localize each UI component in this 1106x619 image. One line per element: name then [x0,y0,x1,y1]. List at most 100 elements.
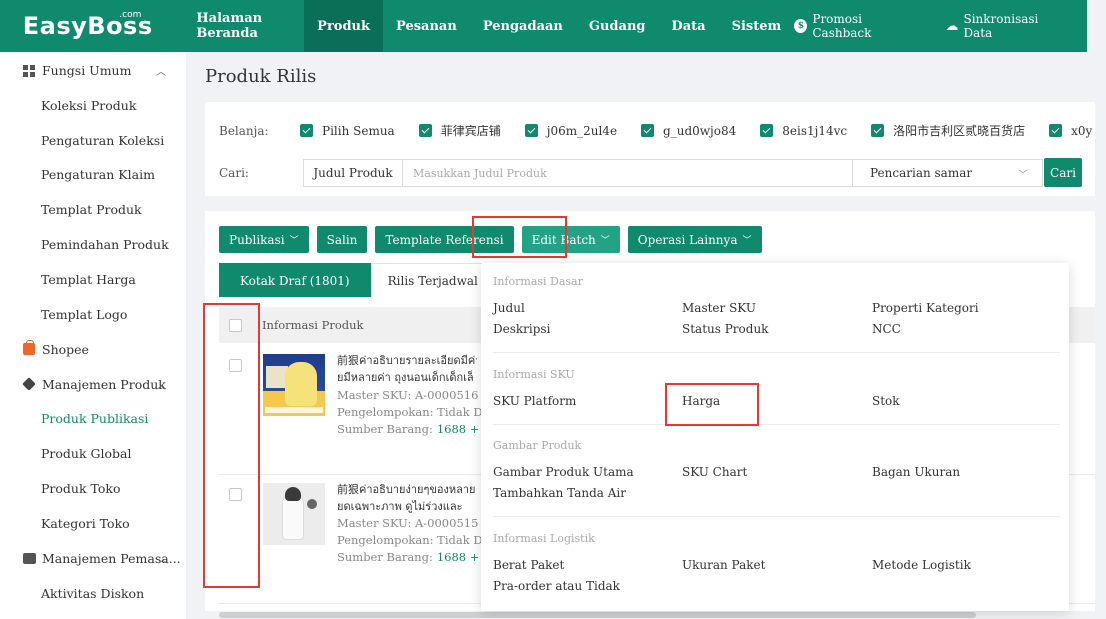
checkbox-checked-icon [524,124,538,137]
edit-batch-dropdown: Informasi Dasar Judul Master SKU Propert… [481,263,1069,611]
section-informasi-logistik: Informasi Logistik [493,532,595,545]
shop-checkbox-g-ud0wjo84[interactable]: g_ud0wjo84 [641,122,736,139]
highlight-edit-batch [472,216,567,258]
menu-item-status-produk[interactable]: Status Produk [682,322,768,336]
sidebar-item-templat-harga[interactable]: Templat Harga [0,262,186,297]
menu-item-berat-paket[interactable]: Berat Paket [493,558,564,572]
shop-checkbox-j06m[interactable]: j06m_2ul4e [524,122,617,139]
menu-item-properti-kategori[interactable]: Properti Kategori [872,301,979,315]
sidebar-item-kategori-toko[interactable]: Kategori Toko [0,506,186,541]
sidebar-item-produk-toko[interactable]: Produk Toko [0,471,186,506]
menu-item-gambar-produk-utama[interactable]: Gambar Produk Utama [493,465,634,479]
chevron-up-icon: ︿ [156,67,166,78]
menu-item-bagan-ukuran[interactable]: Bagan Ukuran [872,465,960,479]
nav-halaman-beranda[interactable]: Halaman Beranda [183,0,304,52]
product-title-line[interactable]: 前狠ค่าอธิบายง่ายๆของหลาย [337,481,477,498]
sidebar-group-shopee[interactable]: Shopee [0,332,186,367]
easyboss-logo[interactable]: EasyBoss .com [0,0,175,52]
menu-item-stok[interactable]: Stok [872,394,900,408]
sumber-1688-link[interactable]: 1688 + [437,422,480,436]
section-gambar-produk: Gambar Produk [493,439,582,452]
nav-gudang[interactable]: Gudang [576,0,659,52]
sidebar-item-pengaturan-koleksi[interactable]: Pengaturan Koleksi [0,123,186,158]
promo-cashback-link[interactable]: $ Promosi Cashback [794,12,917,40]
nav-produk[interactable]: Produk [304,0,384,52]
menu-item-sku-chart[interactable]: SKU Chart [682,465,747,479]
publikasi-button[interactable]: Publikasi ﹀ [219,226,309,253]
operasi-lainnya-button[interactable]: Operasi Lainnya ﹀ [627,226,762,253]
product-master-sku: Master SKU: A-0000515 [337,516,479,530]
checkbox-checked-icon [418,124,432,137]
menu-divider [493,424,1060,425]
menu-item-pra-order[interactable]: Pra-order atau Tidak [493,579,620,593]
nav-pengadaan[interactable]: Pengadaan [470,0,576,52]
sidebar-item-pengaturan-klaim[interactable]: Pengaturan Klaim [0,158,186,193]
nav-sistem[interactable]: Sistem [719,0,795,52]
menu-item-ncc[interactable]: NCC [872,322,901,336]
sidebar-item-pemindahan-produk[interactable]: Pemindahan Produk [0,227,186,262]
sidebar-group-fungsi-umum[interactable]: Fungsi Umum ︿ [0,53,186,88]
menu-item-master-sku[interactable]: Master SKU [682,301,756,315]
search-mode-select[interactable]: Pencarian samar ﹀ [852,160,1042,186]
chevron-down-icon: ﹀ [1018,169,1028,181]
product-thumbnail[interactable] [263,483,325,545]
product-sumber-barang: Sumber Barang: 1688 + [337,422,480,436]
tab-kotak-draf[interactable]: Kotak Draf (1801) [219,263,371,297]
cashback-icon: $ [794,19,808,33]
shop-checkbox-luoyang[interactable]: 洛阳市吉利区贰晓百货店 [871,122,1025,139]
menu-item-sku-platform[interactable]: SKU Platform [493,394,576,408]
highlight-row-checkboxes [203,303,260,588]
search-field-selector[interactable]: Judul Produk [304,160,403,186]
sidebar-group-manajemen-produk[interactable]: Manajemen Produk ︿ [0,367,186,402]
sidebar-item-aktivitas-diskon[interactable]: Aktivitas Diskon [0,576,186,611]
cari-label: Cari: [219,166,249,180]
product-title-line[interactable]: ยมีหลายค่า ถุงนอนเด็กเด็กเล็ [337,369,477,386]
nav-data[interactable]: Data [658,0,718,52]
product-title-line[interactable]: ยดเฉพาะภาพ ดูไม่ร่วงและ [337,498,477,515]
menu-item-deskripsi[interactable]: Deskripsi [493,322,550,336]
search-button[interactable]: Cari [1044,158,1082,187]
search-input[interactable] [403,160,852,186]
search-box: Judul Produk Pencarian samar ﹀ [303,159,1043,187]
menu-divider [493,352,1060,353]
product-master-sku: Master SKU: A-0000516 [337,388,479,402]
sidebar-item-templat-logo[interactable]: Templat Logo [0,297,186,332]
product-sumber-barang: Sumber Barang: 1688 + [337,550,480,564]
checkbox-checked-icon [871,124,885,137]
cloud-sync-icon: ☁ [945,18,959,34]
sidebar-item-produk-publikasi[interactable]: Produk Publikasi [0,402,186,437]
menu-item-judul[interactable]: Judul [493,301,525,315]
product-pengelompokan: Pengelompokan: Tidak Dike [337,533,501,547]
shop-checkbox-philippines[interactable]: 菲律宾店铺 [418,122,501,139]
sidebar-item-produk-global[interactable]: Produk Global [0,436,186,471]
sidebar-item-templat-produk[interactable]: Templat Produk [0,192,186,227]
top-navbar: EasyBoss .com Halaman Beranda Produk Pes… [0,0,1087,52]
menu-item-tambahkan-tanda-air[interactable]: Tambahkan Tanda Air [493,486,626,500]
grid-icon [22,64,36,78]
menu-item-metode-logistik[interactable]: Metode Logistik [872,558,971,572]
cube-icon [22,377,36,391]
sidebar: Fungsi Umum ︿ Koleksi Produk Pengaturan … [0,52,186,619]
menu-item-ukuran-paket[interactable]: Ukuran Paket [682,558,765,572]
sync-data-link[interactable]: ☁ Sinkronisasi Data [945,12,1063,40]
nav-pesanan[interactable]: Pesanan [383,0,470,52]
product-thumbnail[interactable] [263,354,325,416]
checkbox-checked-icon [1049,124,1063,137]
sumber-1688-link[interactable]: 1688 + [437,550,480,564]
shop-checkbox-8eis1j14vc[interactable]: 8eis1j14vc [760,122,847,139]
salin-button[interactable]: Salin [316,226,368,253]
main-nav: Halaman Beranda Produk Pesanan Pengadaan… [183,0,794,52]
menu-divider [493,516,1060,517]
belanja-label: Belanja: [219,124,269,138]
checkbox-checked-icon [641,124,655,137]
shop-checkbox-pilih-semua[interactable]: Pilih Semua [300,122,395,139]
chevron-down-icon: ﹀ [742,236,752,246]
horizontal-scrollbar[interactable] [219,612,976,618]
shop-checkbox-row: Pilih Semua 菲律宾店铺 j06m_2ul4e g_ud0wjo84 … [300,122,1106,139]
shop-checkbox-x0y[interactable]: x0y [1049,122,1092,139]
sidebar-item-koleksi-produk[interactable]: Koleksi Produk [0,88,186,123]
section-informasi-dasar: Informasi Dasar [493,275,583,288]
product-title-line[interactable]: 前狠ค่าอธิบายรายละเอียดมีค่า [337,352,477,369]
sidebar-group-manajemen-pemasaran[interactable]: Manajemen Pemasa... ︿ [0,541,186,576]
highlight-harga [665,383,759,426]
